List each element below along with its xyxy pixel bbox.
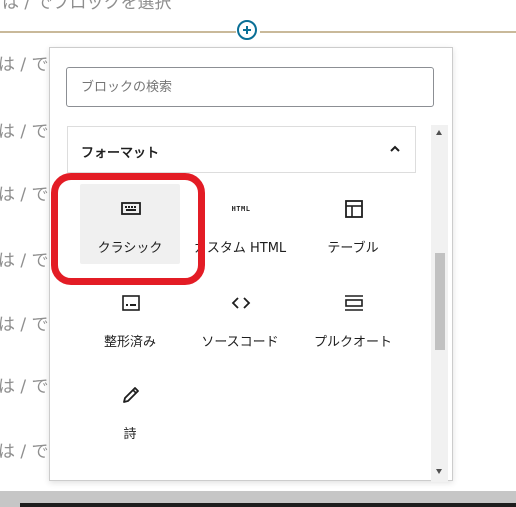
html-icon: HTML <box>230 198 252 220</box>
block-label: 整形済み <box>103 335 156 350</box>
pencil-icon <box>120 384 142 406</box>
paragraph-placeholder[interactable]: は / で <box>0 50 49 75</box>
block-custom-html[interactable]: HTML カスタム HTML <box>190 184 290 264</box>
add-block-plus-icon[interactable] <box>237 20 257 40</box>
chevron-up-icon <box>390 145 400 152</box>
block-label: クラシック <box>97 241 163 256</box>
block-verse[interactable]: 詩 <box>80 370 180 450</box>
scroll-up-arrow-icon[interactable] <box>436 130 442 135</box>
paragraph-placeholder[interactable]: は / で <box>0 310 49 335</box>
paragraph-placeholder[interactable]: は / で <box>0 372 49 397</box>
block-label: プルクオート <box>313 335 392 350</box>
table-icon <box>343 198 365 220</box>
block-table[interactable]: テーブル <box>303 184 403 264</box>
block-label: テーブル <box>327 241 379 256</box>
paragraph-placeholder[interactable]: は / で <box>0 246 49 271</box>
inserter-line <box>0 31 236 33</box>
html-icon-text: HTML <box>231 205 251 213</box>
block-code[interactable]: ソースコード <box>190 278 290 358</box>
paragraph-placeholder[interactable]: は / で <box>0 180 49 205</box>
panel-divider <box>67 172 416 173</box>
formatting-panel-header[interactable]: フォーマット <box>67 126 416 173</box>
bottom-edge <box>20 503 516 507</box>
block-placeholder-text: は / でブロックを選択 <box>2 0 172 13</box>
inserter-line <box>260 31 516 33</box>
keyboard-icon <box>120 198 142 220</box>
paragraph-placeholder[interactable]: は / で <box>0 437 49 462</box>
pullquote-icon <box>343 292 365 314</box>
panel-title: フォーマット <box>81 146 160 161</box>
preformatted-icon <box>120 292 142 314</box>
block-pullquote[interactable]: プルクオート <box>303 278 403 358</box>
block-inserter-popover: フォーマット クラシック HTML カスタム HTML <box>49 47 453 482</box>
block-preformatted[interactable]: 整形済み <box>80 278 180 358</box>
block-classic[interactable]: クラシック <box>80 184 180 264</box>
block-label: 詩 <box>123 427 137 442</box>
scroll-down-arrow-icon[interactable] <box>436 469 442 474</box>
block-label: ソースコード <box>201 335 279 350</box>
scrollbar-thumb[interactable] <box>435 253 445 350</box>
block-search-input[interactable] <box>66 67 434 107</box>
block-label: カスタム HTML <box>193 241 287 256</box>
code-icon <box>230 292 252 314</box>
paragraph-placeholder[interactable]: は / で <box>0 117 49 142</box>
